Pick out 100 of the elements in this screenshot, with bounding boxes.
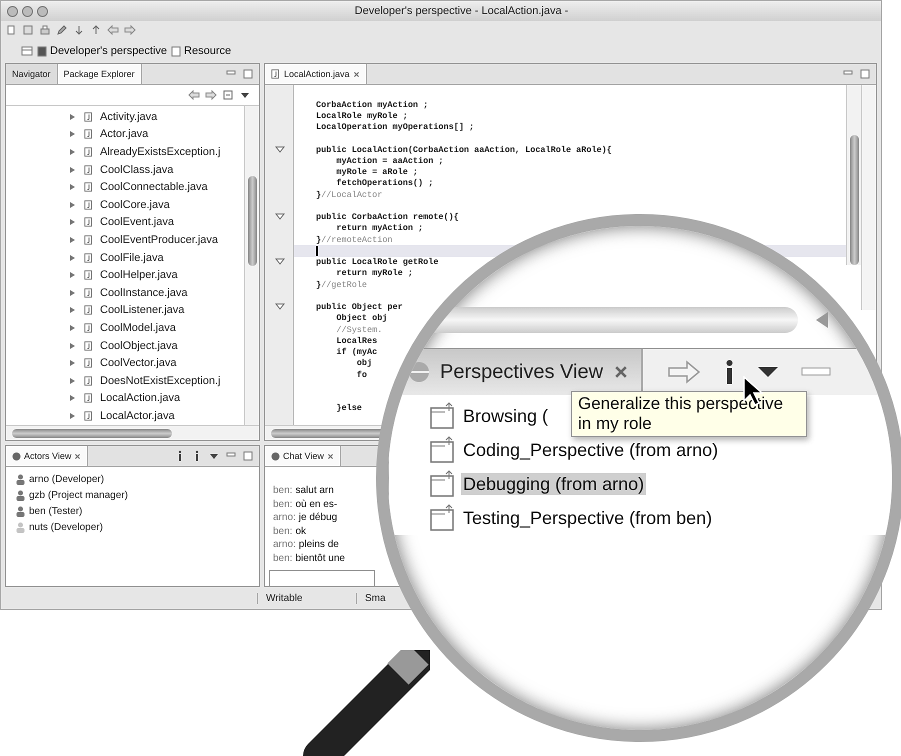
actor-name[interactable]: nuts (Developer) (29, 522, 103, 532)
file-name[interactable]: CoolEvent.java (100, 216, 174, 228)
back-arrow-icon[interactable] (107, 24, 119, 36)
text-cursor (316, 246, 318, 256)
code-line: }//remoteAction (316, 234, 393, 245)
code-line: CorbaAction myAction ; (316, 100, 428, 110)
code-line: //System. (335, 324, 382, 335)
file-name[interactable]: Actor.java (100, 128, 148, 140)
java-file-icon (84, 340, 94, 352)
code-line: obj (356, 358, 372, 368)
window-title: Developer's perspective - LocalAction.java - (354, 5, 570, 17)
close-icon[interactable] (74, 452, 82, 460)
java-file-icon (84, 357, 94, 370)
view-tab[interactable]: Chat View (265, 446, 341, 466)
file-name[interactable]: CoolConnectable.java (100, 181, 208, 194)
maximize-icon[interactable] (859, 68, 871, 80)
file-name[interactable]: Activity.java (100, 110, 158, 123)
maximize-icon[interactable] (242, 450, 254, 462)
maximize-icon[interactable] (242, 68, 254, 80)
close-icon[interactable] (326, 452, 334, 460)
code-line: LocalRole myRole ; (316, 110, 408, 121)
view-tab[interactable]: Package Explorer (58, 64, 142, 84)
file-name[interactable]: CoolCore.java (100, 198, 170, 211)
back-arrow-icon[interactable] (188, 89, 200, 101)
status-text: Writable (257, 592, 356, 604)
file-name[interactable]: CoolHelper.java (100, 269, 178, 282)
perspective-icon (37, 46, 48, 56)
file-name[interactable]: AlreadyExistsException.j (100, 146, 220, 158)
perspective-icon (429, 470, 457, 498)
right-arrow-icon[interactable] (667, 360, 702, 384)
java-file-icon (84, 234, 94, 246)
chat-input-field[interactable] (269, 570, 375, 586)
close-window-button[interactable] (7, 6, 18, 16)
minimize-icon[interactable] (801, 367, 832, 377)
save-icon[interactable] (22, 24, 34, 36)
fold-triangle-icon[interactable] (274, 146, 284, 154)
code-line: public Object per (316, 302, 403, 312)
pencil-icon[interactable] (56, 24, 68, 36)
fold-triangle-icon[interactable] (274, 258, 284, 266)
file-name[interactable]: CoolFile.java (100, 252, 164, 264)
next-annotation-icon[interactable] (73, 24, 85, 36)
new-icon[interactable] (5, 24, 17, 36)
code-line: return myAction ; (335, 223, 424, 234)
java-file-icon (84, 216, 94, 228)
code-line: public LocalAction(CorbaAction aaAction, LocalRole aRole){ (316, 144, 612, 155)
file-name[interactable]: CoolVector.java (100, 357, 176, 370)
close-icon[interactable] (352, 70, 360, 78)
perspective-item[interactable]: Coding_Perspective (from arno) (461, 439, 720, 461)
perspective-button[interactable]: Resource (171, 45, 232, 57)
file-name[interactable]: CoolListener.java (100, 304, 184, 316)
perspective-button[interactable]: Developer's perspective (37, 45, 168, 57)
java-file-icon (84, 269, 94, 282)
horizontal-scrollbar[interactable] (6, 425, 259, 440)
perspective-icon (429, 402, 457, 430)
perspective-item[interactable]: Debugging (from arno) (461, 473, 646, 495)
view-icon (271, 452, 280, 460)
code-line: public LocalRole getRole (316, 257, 438, 268)
code-line: }else (335, 403, 362, 414)
file-name[interactable]: CoolInstance.java (100, 286, 188, 299)
code-line: if (myAc (335, 347, 378, 358)
perspective-item[interactable]: Browsing ( (461, 405, 550, 427)
perspective-item[interactable]: Testing_Perspective (from ben) (461, 507, 714, 529)
open-perspective-icon[interactable] (21, 45, 33, 57)
print-icon[interactable] (39, 24, 51, 36)
close-icon[interactable] (613, 364, 630, 380)
perspective-icon (429, 436, 457, 464)
view-tab[interactable]: Navigator (6, 64, 58, 84)
code-line: LocalOperation myOperations[] ; (316, 122, 474, 132)
java-file-icon (84, 304, 94, 316)
java-file-icon (84, 410, 94, 422)
collapse-all-icon[interactable] (222, 89, 234, 101)
file-name[interactable]: LocalAction.java (100, 392, 180, 404)
java-file-icon (84, 286, 94, 299)
file-name[interactable]: CoolModel.java (100, 322, 176, 334)
code-line: }//LocalActor (316, 190, 382, 200)
vertical-scrollbar[interactable] (244, 106, 259, 425)
code-line: return myRole ; (335, 268, 413, 278)
previous-annotation-icon[interactable] (90, 24, 102, 36)
editor-tab[interactable]: LocalAction.java (265, 64, 367, 84)
forward-arrow-icon[interactable] (205, 89, 217, 101)
file-name[interactable]: CoolEventProducer.java (100, 234, 218, 246)
java-file-icon (84, 322, 94, 334)
file-name[interactable]: CoolClass.java (100, 164, 174, 176)
fold-triangle-icon[interactable] (274, 303, 284, 312)
code-line: public CorbaAction remote(){ (316, 212, 459, 222)
file-name[interactable]: DoesNotExistException.j (100, 374, 220, 387)
dropdown-icon[interactable] (757, 366, 780, 378)
chat-message: arno: je débug (273, 512, 338, 525)
actor-name[interactable]: ben (Tester) (29, 506, 82, 516)
minimize-window-button[interactable] (22, 6, 33, 16)
view-tab[interactable]: Actors View (6, 446, 88, 466)
forward-arrow-icon[interactable] (124, 24, 136, 36)
fold-triangle-icon[interactable] (274, 213, 284, 222)
vertical-scrollbar[interactable] (846, 85, 861, 265)
code-line: myRole = aRole ; (335, 167, 418, 178)
zoom-window-button[interactable] (37, 6, 48, 16)
file-name[interactable]: LocalActor.java (100, 410, 175, 422)
file-name[interactable]: CoolObject.java (100, 340, 178, 352)
actor-name[interactable]: gzb (Project manager) (29, 490, 128, 500)
actor-name[interactable]: arno (Developer) (29, 474, 104, 484)
